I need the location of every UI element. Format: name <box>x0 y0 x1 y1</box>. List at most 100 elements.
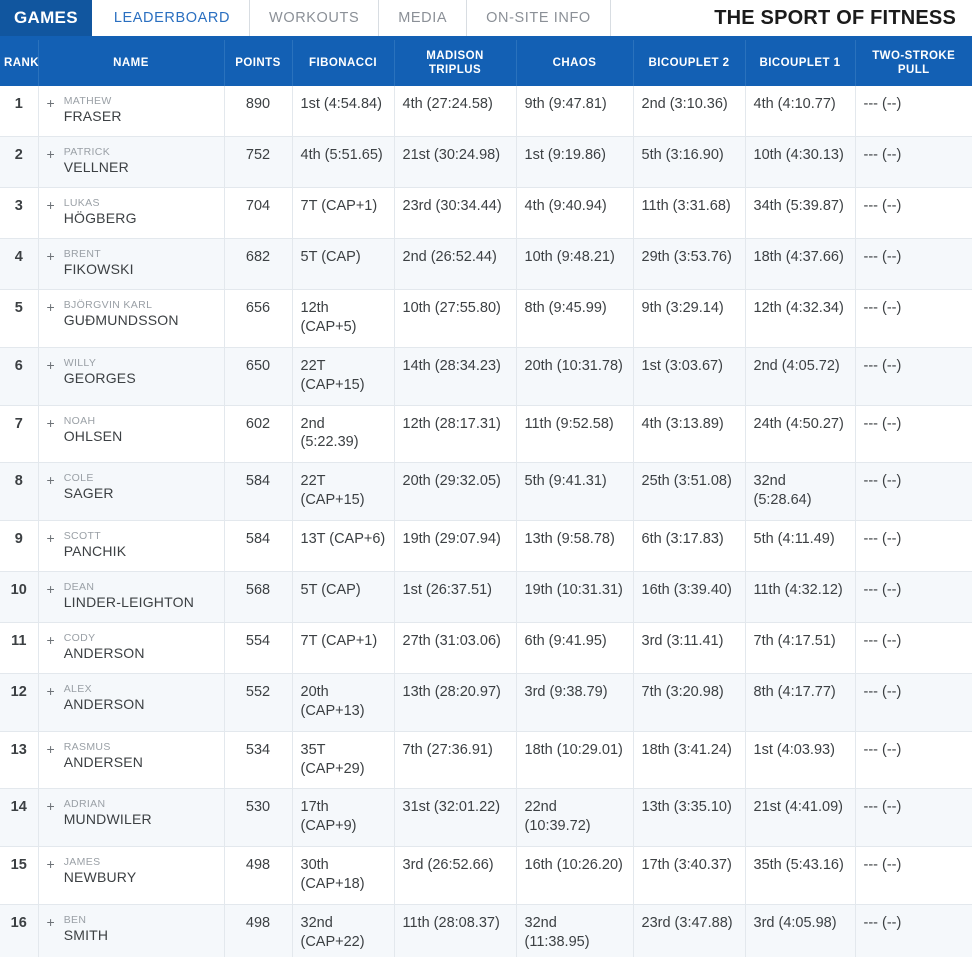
score-bicouplet-2[interactable]: 7th (3:20.98) <box>632 673 745 732</box>
score-bicouplet-1[interactable]: 32nd (5:28.64) <box>744 462 855 521</box>
column-header-name[interactable]: NAME <box>37 40 224 86</box>
score-madison-triplus[interactable]: 27th (31:03.06) <box>393 622 516 674</box>
score-chaos[interactable]: 18th (10:29.01) <box>515 731 633 790</box>
score-chaos[interactable]: 9th (9:47.81) <box>515 86 633 138</box>
table-row[interactable]: 1 + MATHEW FRASER 890 1st (4:54.84) 4th (27:24… <box>0 86 972 138</box>
table-row[interactable]: 3 + LUKAS HÖGBERG 704 7T (CAP+1) 23rd (30:34.4… <box>0 187 972 240</box>
athlete-name-cell[interactable]: + WILLY GEORGES <box>37 347 224 406</box>
score-madison-triplus[interactable]: 11th (28:08.37) <box>393 904 516 957</box>
score-madison-triplus[interactable]: 1st (26:37.51) <box>393 571 516 623</box>
score-bicouplet-2[interactable]: 9th (3:29.14) <box>632 289 745 348</box>
tab-media[interactable]: MEDIA <box>378 0 466 36</box>
table-row[interactable]: 11 + CODY ANDERSON 554 7T (CAP+1) 27th (31:03.… <box>0 622 972 674</box>
expand-plus-icon[interactable]: + <box>47 856 55 872</box>
athlete-name-cell[interactable]: + DEAN LINDER-LEIGHTON <box>37 571 224 623</box>
score-bicouplet-2[interactable]: 29th (3:53.76) <box>632 238 745 291</box>
score-madison-triplus[interactable]: 19th (29:07.94) <box>393 520 516 572</box>
athlete-name-cell[interactable]: + ADRIAN MUNDWILER <box>37 788 224 848</box>
tab-leaderboard[interactable]: LEADERBOARD <box>92 0 249 36</box>
table-row[interactable]: 4 + BRENT FIKOWSKI 682 5T (CAP) 2nd (26:52.44)… <box>0 238 972 291</box>
column-header-madison-triplus[interactable]: MADISON TRIPLUS <box>393 40 516 86</box>
score-bicouplet-2[interactable]: 23rd (3:47.88) <box>632 904 745 957</box>
athlete-name-cell[interactable]: + ALEX ANDERSON <box>37 673 224 732</box>
score-chaos[interactable]: 6th (9:41.95) <box>515 622 633 674</box>
score-madison-triplus[interactable]: 23rd (30:34.44) <box>393 187 516 240</box>
expand-plus-icon[interactable]: + <box>47 798 55 814</box>
expand-plus-icon[interactable]: + <box>47 95 55 111</box>
score-fibonacci[interactable]: 7T (CAP+1) <box>291 622 394 674</box>
score-bicouplet-2[interactable]: 3rd (3:11.41) <box>632 622 745 674</box>
score-madison-triplus[interactable]: 3rd (26:52.66) <box>393 846 516 905</box>
table-row[interactable]: 16 + BEN SMITH 498 32nd (CAP+22) 11th (28:08.3… <box>0 904 972 957</box>
athlete-name-cell[interactable]: + SCOTT PANCHIK <box>37 520 224 572</box>
score-bicouplet-1[interactable]: 7th (4:17.51) <box>744 622 855 674</box>
expand-plus-icon[interactable]: + <box>47 248 55 264</box>
athlete-name-cell[interactable]: + MATHEW FRASER <box>37 86 224 138</box>
athlete-name-cell[interactable]: + BJÖRGVIN KARL GUÐMUNDSSON <box>37 289 224 348</box>
score-bicouplet-2[interactable]: 11th (3:31.68) <box>632 187 745 240</box>
score-chaos[interactable]: 22nd (10:39.72) <box>515 788 633 848</box>
score-bicouplet-2[interactable]: 1st (3:03.67) <box>632 347 745 406</box>
table-row[interactable]: 13 + RASMUS ANDERSEN 534 35T (CAP+29) 7th (27:… <box>0 731 972 790</box>
score-bicouplet-1[interactable]: 11th (4:32.12) <box>744 571 855 623</box>
score-chaos[interactable]: 19th (10:31.31) <box>515 571 633 623</box>
athlete-name-cell[interactable]: + BRENT FIKOWSKI <box>37 238 224 291</box>
score-bicouplet-2[interactable]: 2nd (3:10.36) <box>632 86 745 138</box>
score-fibonacci[interactable]: 22T (CAP+15) <box>291 347 394 406</box>
score-bicouplet-1[interactable]: 4th (4:10.77) <box>744 86 855 138</box>
expand-plus-icon[interactable]: + <box>47 632 55 648</box>
score-bicouplet-1[interactable]: 21st (4:41.09) <box>744 788 855 848</box>
score-bicouplet-1[interactable]: 10th (4:30.13) <box>744 136 855 189</box>
score-bicouplet-2[interactable]: 17th (3:40.37) <box>632 846 745 905</box>
expand-plus-icon[interactable]: + <box>47 530 55 546</box>
expand-plus-icon[interactable]: + <box>47 415 55 431</box>
score-chaos[interactable]: 16th (10:26.20) <box>515 846 633 905</box>
table-row[interactable]: 6 + WILLY GEORGES 650 22T (CAP+15) 14th (28:34… <box>0 347 972 406</box>
score-bicouplet-1[interactable]: 8th (4:17.77) <box>744 673 855 732</box>
score-fibonacci[interactable]: 13T (CAP+6) <box>291 520 394 572</box>
score-madison-triplus[interactable]: 31st (32:01.22) <box>393 788 516 848</box>
expand-plus-icon[interactable]: + <box>47 683 55 699</box>
score-bicouplet-2[interactable]: 5th (3:16.90) <box>632 136 745 189</box>
tab-workouts[interactable]: WORKOUTS <box>249 0 378 36</box>
score-fibonacci[interactable]: 5T (CAP) <box>291 238 394 291</box>
score-madison-triplus[interactable]: 10th (27:55.80) <box>393 289 516 348</box>
score-bicouplet-2[interactable]: 4th (3:13.89) <box>632 405 745 464</box>
score-fibonacci[interactable]: 32nd (CAP+22) <box>291 904 394 957</box>
column-header-points[interactable]: POINTS <box>223 40 292 86</box>
athlete-name-cell[interactable]: + BEN SMITH <box>37 904 224 957</box>
score-bicouplet-1[interactable]: 18th (4:37.66) <box>744 238 855 291</box>
table-row[interactable]: 7 + NOAH OHLSEN 602 2nd (5:22.39) 12th (28:17.… <box>0 405 972 464</box>
expand-plus-icon[interactable]: + <box>47 197 55 213</box>
athlete-name-cell[interactable]: + LUKAS HÖGBERG <box>37 187 224 240</box>
score-fibonacci[interactable]: 20th (CAP+13) <box>291 673 394 732</box>
score-bicouplet-2[interactable]: 18th (3:41.24) <box>632 731 745 790</box>
athlete-name-cell[interactable]: + NOAH OHLSEN <box>37 405 224 464</box>
score-madison-triplus[interactable]: 12th (28:17.31) <box>393 405 516 464</box>
table-row[interactable]: 10 + DEAN LINDER-LEIGHTON 568 5T (CAP) 1st (26… <box>0 571 972 623</box>
expand-plus-icon[interactable]: + <box>47 146 55 162</box>
score-bicouplet-1[interactable]: 24th (4:50.27) <box>744 405 855 464</box>
score-bicouplet-2[interactable]: 6th (3:17.83) <box>632 520 745 572</box>
expand-plus-icon[interactable]: + <box>47 472 55 488</box>
score-fibonacci[interactable]: 4th (5:51.65) <box>291 136 394 189</box>
score-fibonacci[interactable]: 17th (CAP+9) <box>291 788 394 848</box>
score-bicouplet-2[interactable]: 16th (3:39.40) <box>632 571 745 623</box>
column-header-two-stroke-pull[interactable]: TWO-STROKE PULL <box>854 40 972 86</box>
score-chaos[interactable]: 20th (10:31.78) <box>515 347 633 406</box>
score-madison-triplus[interactable]: 20th (29:32.05) <box>393 462 516 521</box>
score-bicouplet-2[interactable]: 13th (3:35.10) <box>632 788 745 848</box>
table-row[interactable]: 5 + BJÖRGVIN KARL GUÐMUNDSSON 656 12th (CAP+5… <box>0 289 972 348</box>
score-bicouplet-1[interactable]: 5th (4:11.49) <box>744 520 855 572</box>
score-madison-triplus[interactable]: 13th (28:20.97) <box>393 673 516 732</box>
score-fibonacci[interactable]: 30th (CAP+18) <box>291 846 394 905</box>
expand-plus-icon[interactable]: + <box>47 741 55 757</box>
score-fibonacci[interactable]: 5T (CAP) <box>291 571 394 623</box>
expand-plus-icon[interactable]: + <box>47 581 55 597</box>
score-madison-triplus[interactable]: 2nd (26:52.44) <box>393 238 516 291</box>
score-bicouplet-2[interactable]: 25th (3:51.08) <box>632 462 745 521</box>
table-row[interactable]: 9 + SCOTT PANCHIK 584 13T (CAP+6) 19th (29:07.… <box>0 520 972 572</box>
athlete-name-cell[interactable]: + RASMUS ANDERSEN <box>37 731 224 790</box>
score-chaos[interactable]: 32nd (11:38.95) <box>515 904 633 957</box>
score-fibonacci[interactable]: 1st (4:54.84) <box>291 86 394 138</box>
